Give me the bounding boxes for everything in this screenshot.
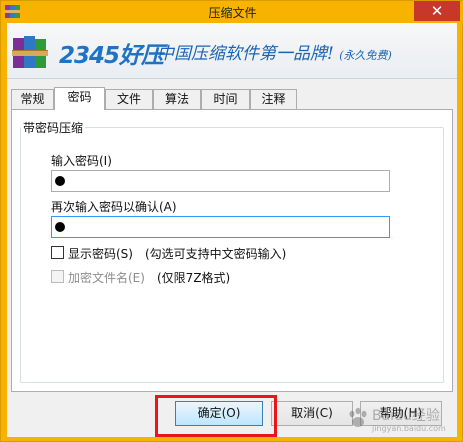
password-mask-dot xyxy=(55,176,65,186)
slogan-note: (永久免费) xyxy=(339,49,392,62)
brand-name: 2345好压 xyxy=(59,43,164,69)
password-group: 带密码压缩 输入密码(I) 再次输入密码以确认(A) 显示密码(S) (勾选可支… xyxy=(20,119,444,383)
baidu-paw-icon xyxy=(349,407,367,427)
ok-button-highlight-box xyxy=(155,395,277,437)
watermark-url: jingyan.baidu.com xyxy=(372,424,446,433)
baidu-watermark: Baidu经验 jingyan.baidu.com xyxy=(346,400,462,440)
compress-dialog-window: 压缩文件 ✕ 2345好压 中国压缩软件第一品牌! (永久免费) 常规 密码 文… xyxy=(0,0,463,442)
tab-algorithm[interactable]: 算法 xyxy=(153,89,201,109)
slogan-text: 中国压缩软件第一品牌! xyxy=(157,44,334,64)
tab-password[interactable]: 密码 xyxy=(54,87,105,110)
encrypt-filenames-checkbox[interactable] xyxy=(51,270,64,283)
watermark-text: Baidu经验 xyxy=(372,408,440,424)
title-bar[interactable]: 压缩文件 ✕ xyxy=(1,1,463,23)
window-title: 压缩文件 xyxy=(208,6,257,20)
tab-time[interactable]: 时间 xyxy=(201,89,250,109)
close-icon: ✕ xyxy=(430,2,444,20)
show-password-note: (勾选可支持中文密码输入) xyxy=(145,247,287,261)
show-password-checkbox[interactable] xyxy=(51,246,64,259)
show-password-label[interactable]: 显示密码(S) xyxy=(68,245,133,262)
tab-general[interactable]: 常规 xyxy=(11,89,54,109)
confirm-password-input[interactable] xyxy=(51,216,390,238)
group-title: 带密码压缩 xyxy=(21,119,86,136)
banner: 2345好压 中国压缩软件第一品牌! (永久免费) xyxy=(7,23,457,79)
encrypt-filenames-note: (仅限7Z格式) xyxy=(157,271,231,285)
haozip-logo-icon xyxy=(12,36,48,68)
password-tab-panel: 带密码压缩 输入密码(I) 再次输入密码以确认(A) 显示密码(S) (勾选可支… xyxy=(11,109,453,392)
tab-comment[interactable]: 注释 xyxy=(250,89,297,109)
password-mask-dot xyxy=(55,222,65,232)
tab-strip: 常规 密码 文件 算法 时间 注释 xyxy=(11,87,453,110)
reenter-password-label: 再次输入密码以确认(A) xyxy=(51,200,177,214)
password-input[interactable] xyxy=(51,170,390,192)
enter-password-label: 输入密码(I) xyxy=(51,154,112,168)
close-button[interactable]: ✕ xyxy=(414,1,460,21)
dialog-client-area: 2345好压 中国压缩软件第一品牌! (永久免费) 常规 密码 文件 算法 时间… xyxy=(7,23,457,437)
tab-files[interactable]: 文件 xyxy=(105,89,153,109)
encrypt-filenames-label[interactable]: 加密文件名(E) xyxy=(68,269,145,286)
banner-slogan: 中国压缩软件第一品牌! (永久免费) xyxy=(157,39,392,64)
cancel-button[interactable]: 取消(C) xyxy=(271,401,353,426)
